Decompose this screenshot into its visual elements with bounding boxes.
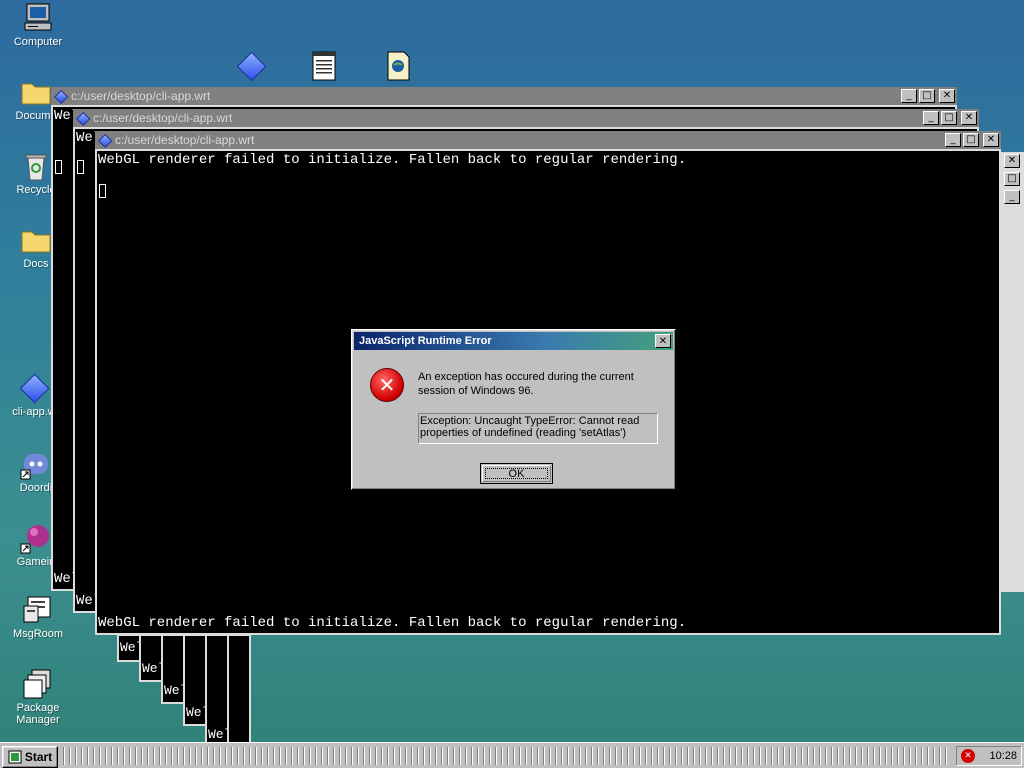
- maximize-button[interactable]: □: [941, 111, 957, 125]
- minimize-button[interactable]: _: [923, 111, 939, 125]
- start-label: Start: [24, 750, 53, 764]
- exception-details: Exception: Uncaught TypeError: Cannot re…: [418, 413, 658, 444]
- window-stub[interactable]: Wel: [117, 634, 143, 662]
- mouse-ibeam-cursor: [54, 488, 59, 507]
- minimize-button[interactable]: _: [945, 133, 961, 147]
- start-logo-icon: [8, 750, 22, 764]
- error-tray-icon[interactable]: ✕: [961, 749, 975, 763]
- system-tray: ✕ 10:28: [956, 746, 1022, 766]
- window-stub[interactable]: [227, 634, 251, 746]
- msgroom-icon: [22, 594, 54, 626]
- diamond-app-icon: [235, 50, 267, 82]
- maximize-button[interactable]: □: [1004, 172, 1020, 186]
- folder-icon: [20, 76, 52, 108]
- diamond-app-icon: [53, 89, 69, 105]
- maximize-button[interactable]: □: [963, 133, 979, 147]
- console-line-bottom: WebGL renderer failed to initialize. Fal…: [98, 615, 687, 631]
- window-stub[interactable]: Wel: [183, 634, 209, 726]
- window-title: c:/user/desktop/cli-app.wrt: [93, 111, 233, 125]
- desktop-icon-notepad[interactable]: [292, 50, 356, 84]
- dialog-close-button[interactable]: ✕: [655, 334, 671, 348]
- desktop-icon-label: MsgRoom: [12, 628, 64, 640]
- desktop-icon-label: Computer: [13, 36, 63, 48]
- computer-icon: [22, 2, 54, 34]
- diamond-app-icon: [97, 133, 113, 149]
- web-document-icon: [382, 50, 414, 82]
- window-title: c:/user/desktop/cli-app.wrt: [71, 89, 211, 103]
- discord-icon: [20, 448, 52, 480]
- dialog-title: JavaScript Runtime Error: [359, 335, 492, 347]
- game-icon: [20, 522, 52, 554]
- close-button[interactable]: ✕: [961, 111, 977, 125]
- minimize-button[interactable]: _: [901, 89, 917, 103]
- window-title: c:/user/desktop/cli-app.wrt: [115, 133, 255, 147]
- desktop-icon-computer[interactable]: Computer: [6, 2, 70, 48]
- folder-icon: [20, 224, 52, 256]
- error-dialog[interactable]: JavaScript Runtime Error ✕ ✕ An exceptio…: [351, 329, 676, 490]
- text-cursor: [77, 160, 84, 174]
- desktop-icon-package-manager[interactable]: Package Manager: [6, 668, 70, 726]
- diamond-app-icon: [18, 372, 50, 404]
- minimize-button[interactable]: _: [1004, 190, 1020, 204]
- start-button[interactable]: Start: [2, 746, 58, 768]
- desktop-icon-diamond-top[interactable]: [219, 50, 283, 84]
- console-window-offscreen[interactable]: ✕ □ _: [1000, 152, 1024, 592]
- desktop-icon-web-doc[interactable]: [366, 50, 430, 84]
- maximize-button[interactable]: □: [919, 89, 935, 103]
- window-titlebar[interactable]: c:/user/desktop/cli-app.wrt _ □ ✕: [73, 109, 979, 127]
- close-button[interactable]: ✕: [939, 89, 955, 103]
- text-cursor: [99, 184, 106, 198]
- desktop-icon-msgroom[interactable]: MsgRoom: [6, 594, 70, 640]
- diamond-app-icon: [75, 111, 91, 127]
- taskbar: Start ✕ 10:28: [0, 742, 1024, 768]
- dialog-titlebar[interactable]: JavaScript Runtime Error ✕: [354, 332, 673, 350]
- console-line-top: WebGL renderer failed to initialize. Fal…: [98, 152, 687, 168]
- error-message: An exception has occured during the curr…: [418, 371, 634, 397]
- window-stub[interactable]: Wel: [139, 634, 165, 682]
- window-stub[interactable]: Wel: [205, 634, 231, 746]
- recycle-bin-icon: [20, 150, 52, 182]
- taskbar-task-area: [60, 747, 950, 765]
- notepad-icon: [308, 50, 340, 82]
- ok-button[interactable]: OK: [480, 463, 553, 484]
- text-cursor: [55, 160, 62, 174]
- close-button[interactable]: ✕: [983, 133, 999, 147]
- window-titlebar[interactable]: c:/user/desktop/cli-app.wrt _ □ ✕: [95, 131, 1001, 149]
- close-button[interactable]: ✕: [1004, 154, 1020, 168]
- error-icon: ✕: [370, 368, 404, 402]
- clock[interactable]: 10:28: [989, 750, 1017, 762]
- package-icon: [22, 668, 54, 700]
- ok-button-label: OK: [482, 465, 551, 482]
- window-stub[interactable]: Wel: [161, 634, 187, 704]
- window-titlebar[interactable]: c:/user/desktop/cli-app.wrt _ □ ✕: [51, 87, 957, 105]
- desktop-icon-label: Package Manager: [16, 702, 60, 726]
